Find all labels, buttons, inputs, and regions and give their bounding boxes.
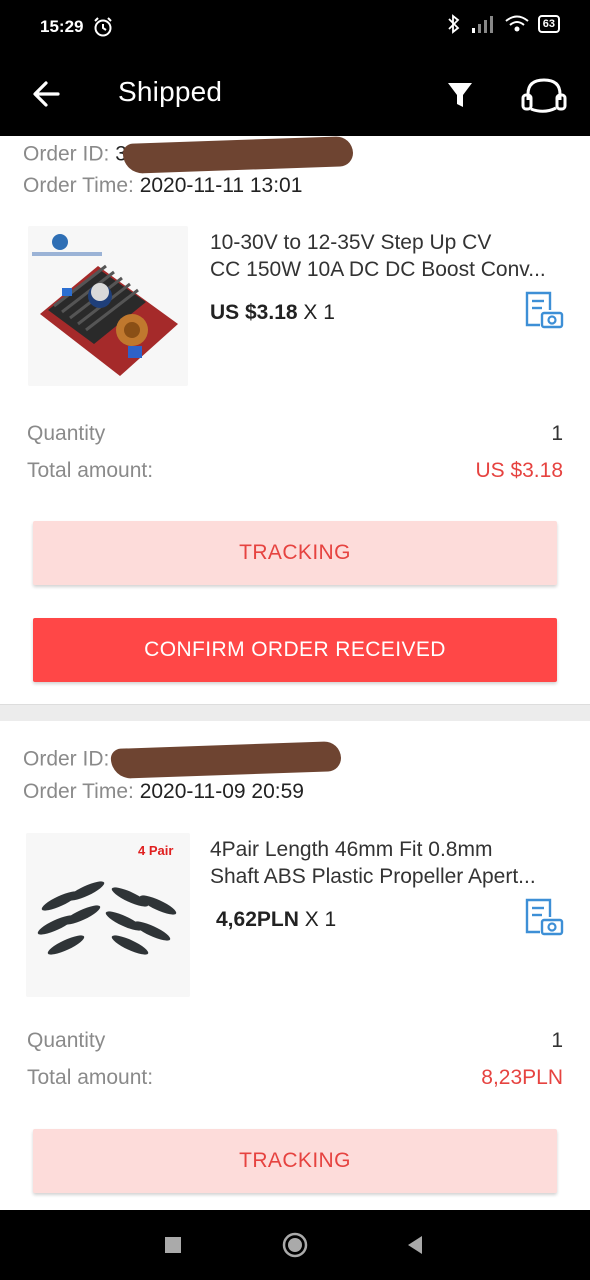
order-id-redaction [110,740,342,780]
app-bar: Shipped [0,56,590,136]
product-price-line: US $3.18 X 1 [210,301,335,325]
order-id-label: Order ID: [23,747,110,771]
product-thumbnail[interactable]: 4 Pair [26,833,190,997]
order-time-value: 2020-11-09 20:59 [139,780,304,803]
order-time-value: 2020-11-11 13:01 [139,174,303,197]
order-id-line: Order ID: [23,740,342,780]
order-time-label: Order Time: [23,174,134,197]
tracking-button[interactable]: TRACKING [33,521,557,585]
wifi-icon [505,15,529,32]
signal-icon [471,16,493,33]
order-id-line: Order ID: 3 [23,135,354,175]
filter-icon[interactable] [440,74,480,114]
product-multiplier: X 1 [304,908,337,931]
product-title-line-2: Shaft ABS Plastic Propeller Apert... [210,865,536,888]
product-title-line-1: 4Pair Length 46mm Fit 0.8mm [210,838,493,861]
bluetooth-icon [448,14,460,34]
page-title: Shipped [118,76,223,107]
quantity-value: 1 [551,1029,563,1052]
order-time-label: Order Time: [23,780,134,803]
thumb-badge: 4 Pair [138,843,173,858]
total-amount-row: Total amount: 8,23PLN [27,1066,563,1090]
photo-review-icon[interactable] [522,288,564,330]
product-title[interactable]: 4Pair Length 46mm Fit 0.8mm Shaft ABS Pl… [210,836,565,890]
order-time-line: Order Time: 2020-11-11 13:01 [23,174,302,198]
boost-converter-image [28,226,188,386]
home-icon[interactable] [280,1230,310,1260]
total-amount-label: Total amount: [27,459,154,482]
quantity-row: Quantity 1 [27,1029,563,1053]
alarm-icon [94,17,112,37]
order-id-redaction [122,135,354,175]
back-arrow-icon[interactable] [28,74,68,114]
customer-support-icon[interactable] [518,70,570,122]
product-price-line: 4,62PLN X 1 [216,908,336,932]
order-divider [0,704,590,721]
back-triangle-icon[interactable] [400,1230,430,1260]
system-navigation-bar [0,1210,590,1280]
recent-apps-icon[interactable] [158,1230,188,1260]
order-card: Order ID: 3 Order Time: 2020-11-11 13:01 [0,135,590,704]
product-price: 4,62PLN [216,908,299,931]
total-amount-value: 8,23PLN [481,1066,563,1089]
total-amount-row: Total amount: US $3.18 [27,459,563,483]
tracking-button[interactable]: TRACKING [33,1129,557,1193]
quantity-label: Quantity [27,422,106,445]
order-card: Order ID: Order Time: 2020-11-09 20:59 4… [0,721,590,1210]
quantity-row: Quantity 1 [27,422,563,446]
total-amount-label: Total amount: [27,1066,154,1089]
photo-review-icon[interactable] [522,895,564,937]
product-title-line-2: CC 150W 10A DC DC Boost Conv... [210,258,546,281]
product-thumbnail[interactable] [28,226,188,386]
order-id-label: Order ID: [23,142,110,166]
product-price: US $3.18 [210,301,298,324]
quantity-value: 1 [551,422,563,445]
product-multiplier: X 1 [303,301,335,324]
status-time: 15:29 [40,17,84,36]
propeller-image: 4 Pair [26,833,190,997]
status-icons: 63 [446,14,560,34]
total-amount-value: US $3.18 [475,459,563,482]
product-title-line-1: 10-30V to 12-35V Step Up CV [210,231,492,254]
battery-indicator: 63 [537,15,560,33]
quantity-label: Quantity [27,1029,106,1052]
order-time-line: Order Time: 2020-11-09 20:59 [23,780,304,804]
confirm-order-received-button[interactable]: CONFIRM ORDER RECEIVED [33,618,557,682]
status-bar: 15:29 63 [0,0,590,56]
product-title[interactable]: 10-30V to 12-35V Step Up CV CC 150W 10A … [210,229,565,283]
